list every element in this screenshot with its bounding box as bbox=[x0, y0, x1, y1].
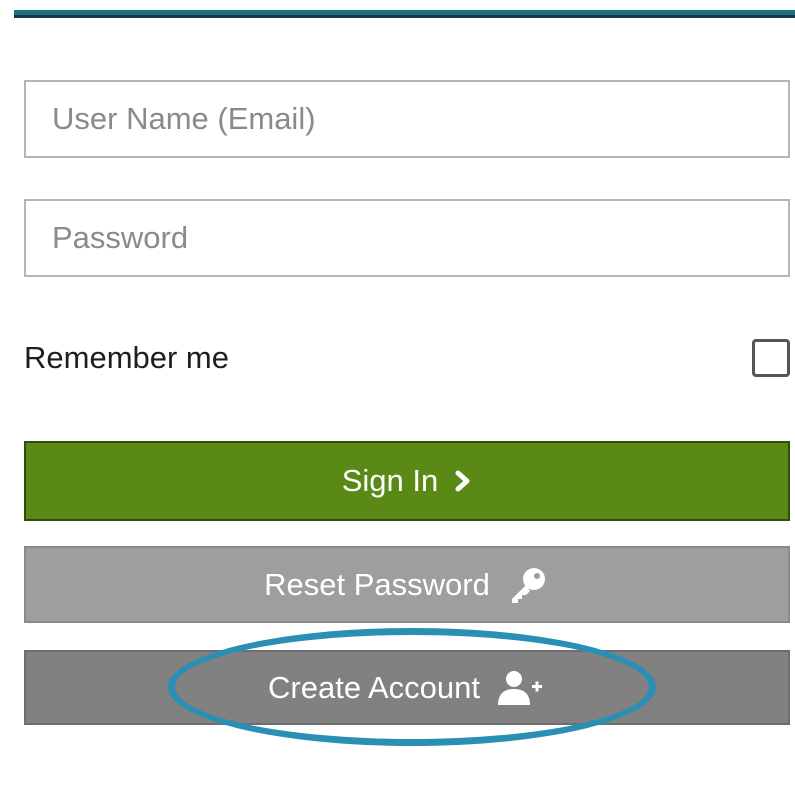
remember-me-label: Remember me bbox=[24, 340, 229, 375]
username-input[interactable] bbox=[26, 82, 788, 156]
key-icon bbox=[506, 565, 550, 605]
reset-password-label: Reset Password bbox=[264, 566, 490, 602]
add-user-icon bbox=[496, 669, 546, 707]
username-field[interactable] bbox=[24, 80, 790, 158]
create-account-label: Create Account bbox=[268, 669, 480, 705]
create-account-button[interactable]: Create Account bbox=[24, 650, 790, 725]
sign-in-button[interactable]: Sign In bbox=[24, 441, 790, 521]
sign-in-label: Sign In bbox=[341, 463, 439, 498]
reset-password-button[interactable]: Reset Password bbox=[24, 546, 790, 623]
password-field[interactable] bbox=[24, 199, 790, 277]
password-input[interactable] bbox=[26, 201, 788, 275]
header-accent-bar bbox=[14, 10, 795, 18]
chevron-right-icon bbox=[454, 470, 472, 492]
remember-me-checkbox[interactable] bbox=[752, 339, 790, 377]
